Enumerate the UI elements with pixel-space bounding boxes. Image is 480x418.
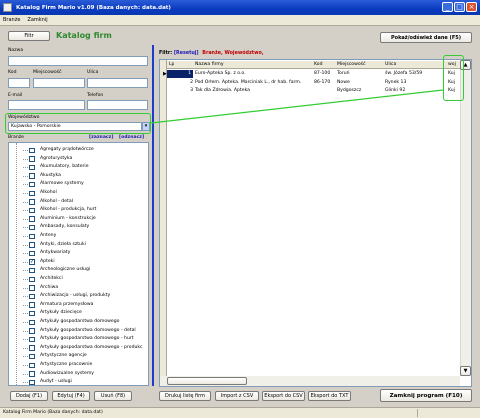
zamknij-program-button[interactable]: Zamknij program (F10) [380, 389, 472, 402]
annotation-arrow [150, 89, 444, 124]
eksport-csv-button[interactable]: Eksport do CSV [262, 391, 305, 401]
eksport-txt-button[interactable]: Eksport do TXT [308, 391, 351, 401]
status-text: Katalog Firm Mario (Baza danych: data.da… [3, 410, 103, 415]
status-bar: Katalog Firm Mario (Baza danych: data.da… [0, 407, 480, 418]
status-divider [417, 409, 418, 417]
drukuj-button[interactable]: Drukuj listę firm [159, 391, 211, 401]
import-csv-button[interactable]: Import z CSV [215, 391, 259, 401]
